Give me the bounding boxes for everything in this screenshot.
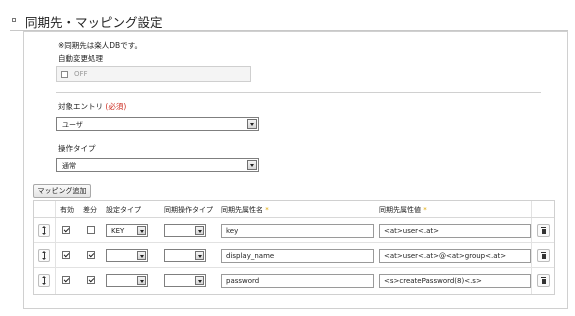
sync-op-type-select[interactable] bbox=[164, 249, 206, 262]
header-setting-type: 設定タイプ bbox=[106, 206, 141, 214]
enabled-checkbox[interactable] bbox=[62, 226, 70, 234]
table-row: KEY key <at>user<.at> bbox=[34, 218, 554, 243]
attr-name-value: display_name bbox=[226, 252, 275, 260]
attr-name-input[interactable]: key bbox=[221, 224, 374, 238]
add-mapping-button[interactable]: マッピング追加 bbox=[33, 184, 91, 198]
section-title: 同期先・マッピング設定 bbox=[25, 15, 163, 30]
auto-change-checkbox bbox=[61, 71, 68, 78]
chevron-down-icon[interactable] bbox=[195, 251, 204, 260]
diff-checkbox[interactable] bbox=[87, 226, 95, 234]
diff-checkbox[interactable] bbox=[87, 251, 95, 259]
attr-value-input[interactable]: <at>user<.at> bbox=[379, 224, 531, 238]
table-row: password <s>createPassword(8)<.s> bbox=[34, 268, 554, 293]
enabled-checkbox[interactable] bbox=[62, 251, 70, 259]
attr-name-input[interactable]: password bbox=[221, 274, 374, 288]
header-attr-name: 同期先属性名 * bbox=[221, 205, 269, 215]
required-star: * bbox=[265, 206, 269, 214]
trash-icon[interactable] bbox=[537, 274, 550, 287]
setting-type-select[interactable] bbox=[106, 274, 148, 287]
chevron-down-icon[interactable] bbox=[247, 160, 257, 170]
header-diff: 差分 bbox=[83, 206, 97, 214]
attr-value-value: <s>createPassword(8)<.s> bbox=[384, 277, 482, 285]
required-star: * bbox=[423, 206, 427, 214]
chevron-down-icon[interactable] bbox=[247, 119, 257, 129]
target-entry-label: 対象エントリ (必須) bbox=[58, 101, 126, 112]
header-sync-op-type: 同期操作タイプ bbox=[164, 206, 213, 214]
attr-value-value: <at>user<.at> bbox=[384, 227, 440, 235]
diff-checkbox[interactable] bbox=[87, 276, 95, 284]
form-divider bbox=[56, 92, 541, 93]
auto-change-field: OFF bbox=[56, 66, 251, 82]
setting-type-value: KEY bbox=[111, 227, 125, 235]
header-attr-name-text: 同期先属性名 bbox=[221, 206, 263, 214]
operation-type-value: 通常 bbox=[62, 162, 76, 170]
auto-change-label: 自動変更処理 bbox=[58, 54, 103, 63]
trash-icon[interactable] bbox=[537, 224, 550, 237]
table-header: 有効 差分 設定タイプ 同期操作タイプ 同期先属性名 * 同期先属性値 * bbox=[34, 201, 554, 218]
sync-op-type-select[interactable] bbox=[164, 274, 206, 287]
attr-name-value: password bbox=[226, 277, 260, 285]
chevron-down-icon[interactable] bbox=[137, 226, 146, 235]
target-entry-value: ユーザ bbox=[62, 121, 83, 129]
mapping-table: 有効 差分 設定タイプ 同期操作タイプ 同期先属性名 * 同期先属性値 * KE… bbox=[33, 200, 555, 295]
setting-type-select[interactable] bbox=[106, 249, 148, 262]
sync-op-type-select[interactable] bbox=[164, 224, 206, 237]
attr-value-value: <at>user<.at>@<at>group<.at> bbox=[384, 252, 507, 260]
target-entry-label-text: 対象エントリ bbox=[58, 102, 103, 111]
setting-type-select[interactable]: KEY bbox=[106, 224, 148, 237]
chevron-down-icon[interactable] bbox=[137, 276, 146, 285]
enabled-checkbox[interactable] bbox=[62, 276, 70, 284]
chevron-down-icon[interactable] bbox=[137, 251, 146, 260]
attr-value-input[interactable]: <s>createPassword(8)<.s> bbox=[379, 274, 531, 288]
sync-note: ※同期先は楽人DBです。 bbox=[58, 41, 142, 50]
header-attr-value-text: 同期先属性値 bbox=[379, 206, 421, 214]
drag-handle-icon[interactable] bbox=[38, 274, 50, 287]
chevron-down-icon[interactable] bbox=[195, 226, 204, 235]
chevron-down-icon[interactable] bbox=[195, 276, 204, 285]
target-entry-select[interactable]: ユーザ bbox=[56, 117, 259, 131]
attr-name-input[interactable]: display_name bbox=[221, 249, 374, 263]
section-bullet-icon bbox=[12, 18, 16, 22]
table-row: display_name <at>user<.at>@<at>group<.at… bbox=[34, 243, 554, 268]
trash-icon[interactable] bbox=[537, 249, 550, 262]
drag-handle-icon[interactable] bbox=[38, 249, 50, 262]
required-mark: (必須) bbox=[105, 102, 127, 111]
drag-handle-icon[interactable] bbox=[38, 224, 50, 237]
operation-type-label: 操作タイプ bbox=[58, 144, 96, 153]
header-enabled: 有効 bbox=[60, 206, 74, 214]
attr-value-input[interactable]: <at>user<.at>@<at>group<.at> bbox=[379, 249, 531, 263]
attr-name-value: key bbox=[226, 227, 239, 235]
section-header: 同期先・マッピング設定 bbox=[10, 10, 568, 32]
auto-change-value: OFF bbox=[74, 70, 88, 78]
operation-type-select[interactable]: 通常 bbox=[56, 158, 259, 172]
header-attr-value: 同期先属性値 * bbox=[379, 205, 427, 215]
